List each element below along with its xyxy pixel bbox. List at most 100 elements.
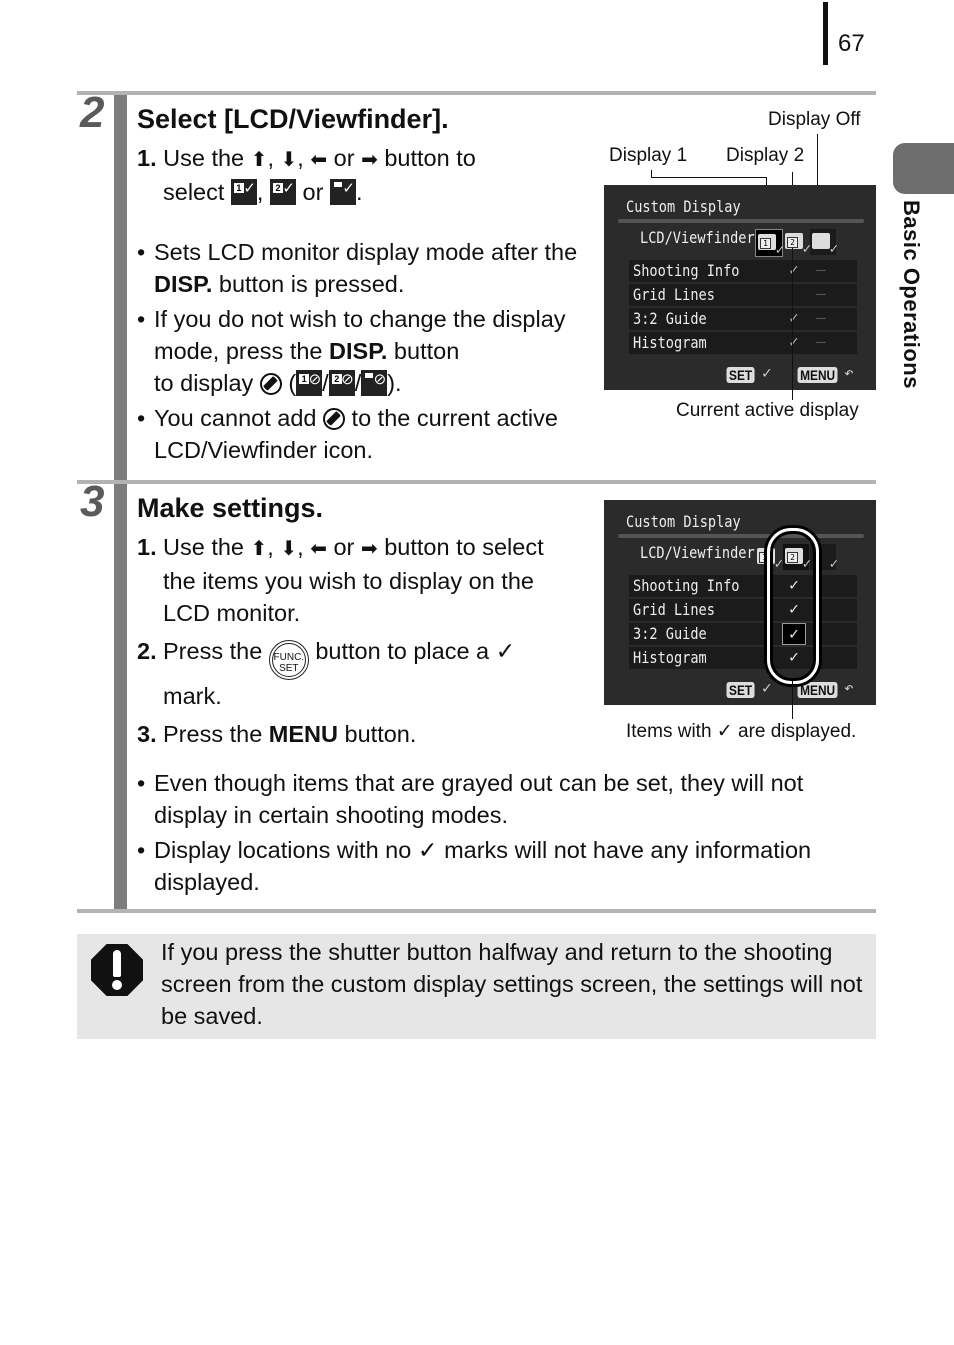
display-1-icon[interactable]: 1 ✓: [755, 229, 784, 258]
screen-row-shooting-info[interactable]: Shooting Info ✓: [629, 575, 857, 597]
display-1-off-icon: 1 ⊘: [296, 370, 323, 396]
step3-number: 3: [80, 477, 105, 526]
caution-icon: [91, 944, 143, 996]
back-icon: ↶: [844, 678, 854, 697]
cell-display-off: —: [816, 284, 826, 303]
instruction-text: or: [302, 179, 324, 205]
screen-row-histogram[interactable]: Histogram ✓: [629, 647, 857, 669]
instruction-text: button to: [384, 145, 476, 171]
row-label: Shooting Info: [633, 261, 740, 280]
down-arrow-icon: ⬇: [280, 149, 298, 171]
separator: ,: [256, 179, 264, 205]
display-off-icon[interactable]: ✓: [810, 229, 838, 257]
instruction-text: Use the: [163, 145, 245, 171]
bullet-item: • Display locations with no ✓ marks will…: [137, 834, 877, 898]
instruction-number: 1.: [137, 145, 157, 171]
leader-line: [651, 177, 767, 178]
up-arrow-icon: ⬆: [250, 149, 268, 171]
screen-divider: [618, 534, 864, 538]
bullet-bold: DISP.: [154, 271, 213, 297]
screen-title: Custom Display: [626, 512, 741, 531]
section-tab-marker: [893, 143, 954, 194]
caution-text: If you press the shutter button halfway …: [161, 939, 863, 1029]
bullet-item: • You cannot add to the current active L…: [137, 402, 587, 466]
display-off-icon: ✓: [329, 179, 356, 205]
left-arrow-icon: ⬅: [310, 149, 328, 171]
screen-row-grid-lines[interactable]: Grid Lines —: [629, 284, 857, 306]
callout-display-off: Display Off: [768, 109, 861, 130]
up-arrow-icon: ⬆: [250, 538, 268, 560]
leader-line: [792, 248, 793, 400]
func-label: FUNC.: [273, 652, 305, 663]
screen-row-header: LCD/Viewfinder: [640, 543, 755, 562]
separator: ,: [267, 145, 274, 171]
left-arrow-icon: ⬅: [310, 538, 327, 560]
cell-display-2[interactable]: [782, 284, 806, 306]
cell-display-1[interactable]: [755, 260, 779, 282]
right-arrow-icon: ➡: [360, 538, 378, 560]
custom-display-screen-2: Custom Display LCD/Viewfinder 1 ✓ 2 ✓ ✓ Sh…: [604, 500, 876, 705]
step3-instructions: 1. Use the ⬆, ⬇, ⬅ or ➡ button to select…: [137, 531, 577, 750]
instruction-number: 2.: [137, 638, 157, 664]
instruction-text: button to: [384, 534, 476, 560]
instruction-item: 1. Use the ⬆, ⬇, ⬅ or ➡ button to select…: [137, 531, 577, 629]
step2-number: 2: [80, 88, 105, 137]
screen-row-grid-lines[interactable]: Grid Lines ✓: [629, 599, 857, 621]
set-button-label: SET: [726, 682, 755, 698]
set-check-icon: ✓: [762, 363, 772, 382]
display-off-off-icon: ⊘: [361, 370, 388, 396]
screen-row-3-2-guide[interactable]: 3:2 Guide ✓ —: [629, 308, 857, 330]
set-label: SET: [279, 663, 299, 674]
cell-display-1[interactable]: [755, 308, 779, 330]
display-off-prohibit-icon: [323, 408, 346, 430]
bullet-dot: •: [137, 306, 146, 332]
cell-display-off: —: [816, 308, 826, 327]
page-number-bar: [823, 2, 828, 65]
bullet-text: You cannot add: [154, 405, 317, 431]
down-arrow-icon: ⬇: [280, 538, 298, 560]
row-label: 3:2 Guide: [633, 624, 707, 643]
right-arrow-icon: ➡: [361, 149, 378, 171]
callout-items-displayed: Items with ✓ are displayed.: [626, 721, 857, 742]
instruction-text: or: [333, 534, 355, 560]
instruction-text: Press the: [163, 638, 263, 664]
bullet-text: button: [387, 338, 460, 364]
menu-button-label: MENU: [797, 682, 838, 698]
bullet-dot: •: [137, 239, 146, 265]
row-label: Histogram: [633, 648, 707, 667]
cell-display-off: —: [816, 260, 826, 279]
leader-line: [651, 170, 652, 177]
row-label: Grid Lines: [633, 600, 715, 619]
leader-line: [792, 681, 793, 719]
instruction-item: 2. Press the FUNC. SET button to place a …: [137, 635, 577, 712]
screen-row-3-2-guide[interactable]: 3:2 Guide ✓: [629, 623, 857, 645]
screen-divider: [618, 219, 864, 223]
caution-note: If you press the shutter button halfway …: [77, 934, 876, 1039]
screen-row-histogram[interactable]: Histogram ✓ —: [629, 332, 857, 354]
section-tab-label: Basic Operations: [899, 200, 924, 389]
separator: ,: [297, 145, 304, 171]
instruction-number: 3.: [137, 721, 157, 747]
step2-side-bar: [114, 95, 127, 480]
bullet-dot: •: [137, 770, 146, 796]
screen-row-header: LCD/Viewfinder: [640, 228, 755, 247]
step3-bullets: • Even though items that are grayed out …: [137, 767, 877, 898]
display-2-icon[interactable]: 2 ✓: [783, 229, 811, 257]
instruction-text: Press the: [163, 721, 269, 747]
cell-display-1[interactable]: [755, 332, 779, 354]
screen-row-shooting-info[interactable]: Shooting Info ✓ —: [629, 260, 857, 282]
step3-side-bar: [114, 484, 127, 910]
bullet-text: Display locations with no ✓ marks will n…: [154, 837, 812, 895]
bullet-dot: •: [137, 405, 146, 431]
cell-display-2[interactable]: ✓: [782, 308, 806, 330]
back-icon: ↶: [844, 363, 854, 382]
separator: (: [288, 370, 297, 396]
row-label: Histogram: [633, 333, 707, 352]
display-off-prohibit-icon: [259, 373, 282, 395]
set-check-icon: ✓: [762, 678, 772, 697]
instruction-bold: MENU: [268, 721, 338, 747]
cell-display-2[interactable]: ✓: [782, 260, 806, 282]
cell-display-2[interactable]: ✓: [782, 332, 806, 354]
step2-instruction-1: 1. Use the ⬆, ⬇, ⬅ or ➡ button to select…: [137, 142, 587, 208]
cell-display-1[interactable]: [755, 284, 779, 306]
